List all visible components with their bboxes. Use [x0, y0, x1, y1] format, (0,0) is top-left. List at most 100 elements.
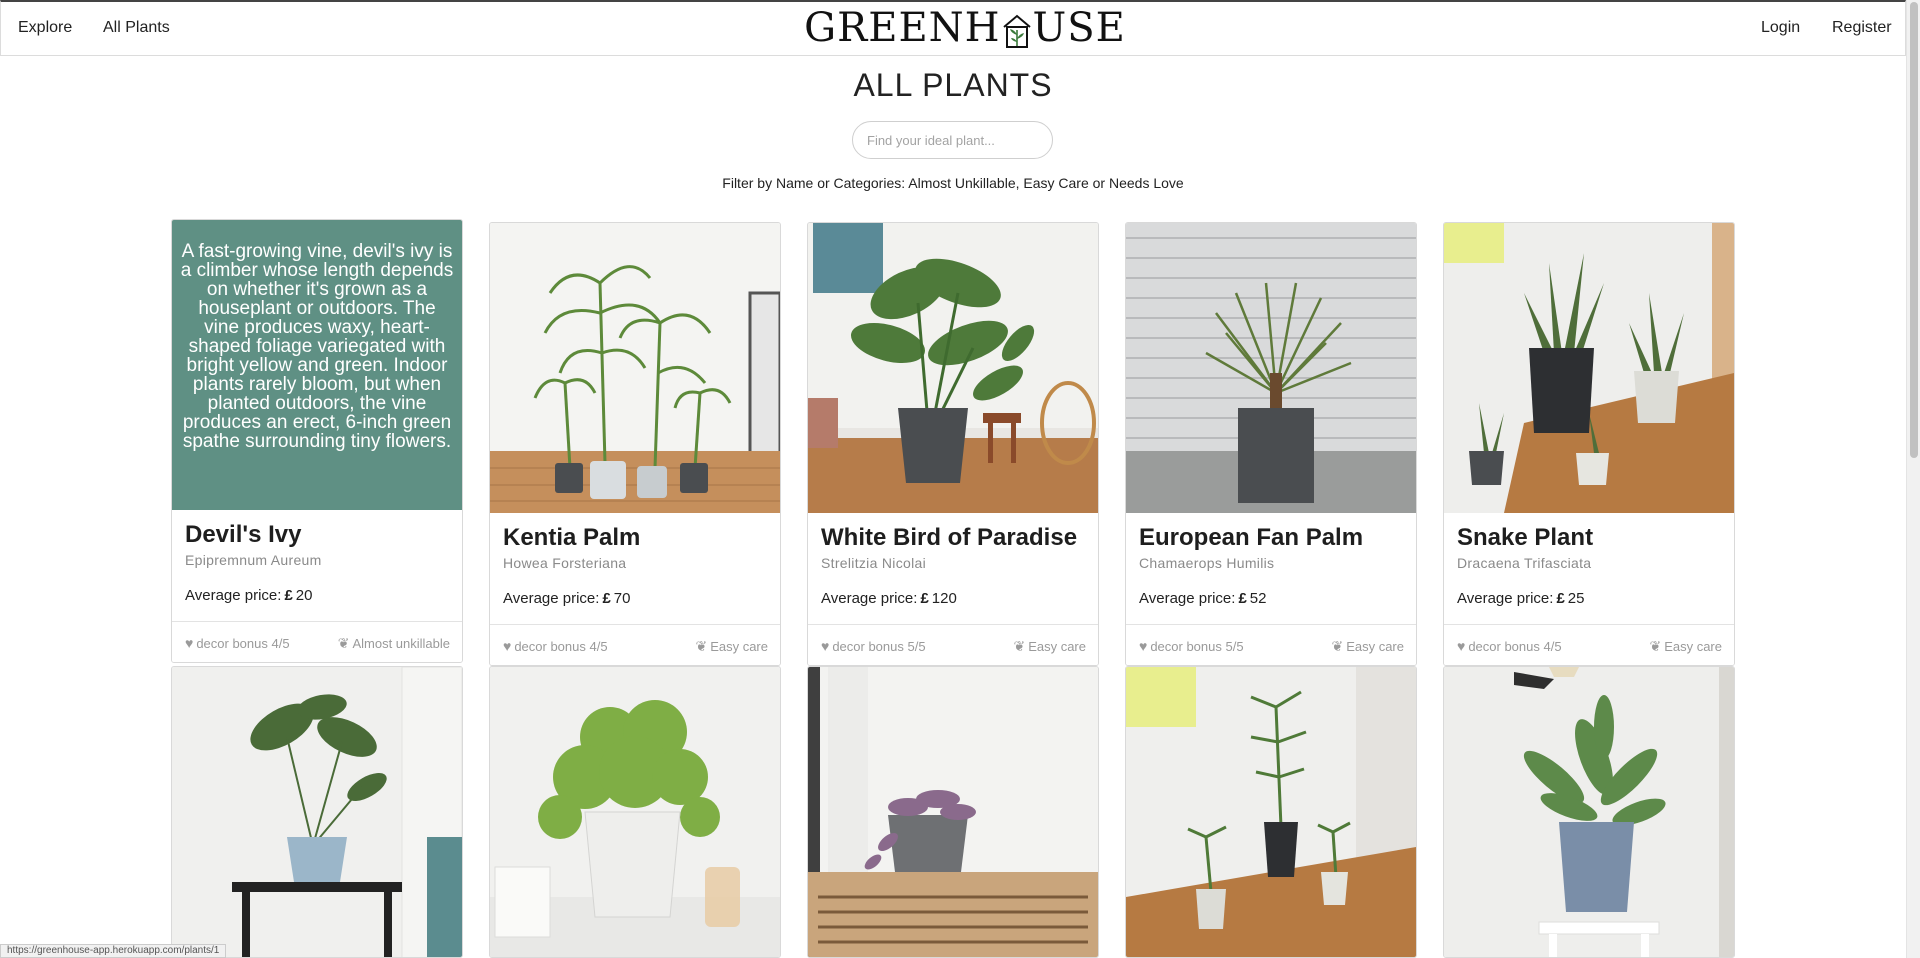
logo-text-right: USE [1032, 5, 1126, 51]
card-footer: ♥ decor bonus 5/5 ❦ Easy care [1126, 624, 1416, 665]
plant-card-devils-ivy[interactable]: A fast-growing vine, devil's ivy is a cl… [171, 219, 463, 663]
care-level-text: Easy care [710, 639, 768, 654]
heart-icon: ♥ [821, 638, 830, 654]
price-label: Average price: [1457, 590, 1554, 607]
price-value: 20 [295, 587, 313, 604]
leaf-icon: ❦ [337, 635, 350, 651]
plant-name: European Fan Palm [1139, 524, 1364, 551]
plant-name: White Bird of Paradise [821, 524, 1078, 551]
plant-image: A fast-growing vine, devil's ivy is a cl… [172, 220, 462, 510]
browser-status-url: https://greenhouse-app.herokuapp.com/pla… [0, 944, 227, 958]
care-level-text: Almost unkillable [352, 636, 450, 651]
heart-icon: ♥ [185, 635, 194, 651]
plant-name: Snake Plant [1457, 524, 1594, 551]
care-level-text: Easy care [1346, 639, 1404, 654]
decor-rating: ♥ decor bonus 5/5 [1139, 638, 1244, 654]
plant-search-input[interactable] [852, 121, 1053, 159]
plant-image [1444, 223, 1734, 513]
plant-scientific-name: Howea Forsteriana [503, 555, 627, 571]
card-footer: ♥ decor bonus 5/5 ❦ Easy care [808, 624, 1098, 665]
care-level: ❦ Easy care [1331, 638, 1404, 655]
plant-price: Average price: £25 [1457, 590, 1584, 607]
plant-image [1444, 667, 1734, 957]
plant-card[interactable] [171, 666, 463, 958]
price-label: Average price: [503, 590, 600, 607]
scrollbar-thumb[interactable] [1910, 2, 1918, 458]
site-logo[interactable]: GREENH USE [804, 5, 1125, 51]
plant-image [172, 667, 462, 957]
plant-image [808, 667, 1098, 957]
care-level: ❦ Almost unkillable [338, 635, 450, 652]
nav-all-plants-link[interactable]: All Plants [103, 19, 170, 37]
navbar: Explore All Plants GREENH USE Login Regi… [0, 0, 1906, 56]
care-level-text: Easy care [1028, 639, 1086, 654]
care-level: ❦ Easy care [695, 638, 768, 655]
plant-card[interactable] [807, 666, 1099, 958]
price-label: Average price: [185, 587, 282, 604]
decor-bonus-text: decor bonus 5/5 [1150, 639, 1244, 654]
plant-card-kentia-palm[interactable]: Kentia Palm Howea Forsteriana Average pr… [489, 222, 781, 666]
card-footer: ♥ decor bonus 4/5 ❦ Easy care [490, 624, 780, 665]
heart-icon: ♥ [1139, 638, 1148, 654]
decor-rating: ♥ decor bonus 4/5 [185, 635, 290, 651]
plant-image [808, 223, 1098, 513]
plant-image [1126, 223, 1416, 513]
decor-bonus-text: decor bonus 5/5 [832, 639, 926, 654]
plant-card[interactable] [1125, 666, 1417, 958]
decor-bonus-text: decor bonus 4/5 [196, 636, 290, 651]
nav-register-link[interactable]: Register [1832, 19, 1892, 37]
leaf-icon: ❦ [695, 638, 708, 654]
decor-bonus-text: decor bonus 4/5 [1468, 639, 1562, 654]
plant-card[interactable] [489, 666, 781, 958]
plant-price: Average price: £20 [185, 587, 312, 604]
leaf-icon: ❦ [1649, 638, 1662, 654]
decor-bonus-text: decor bonus 4/5 [514, 639, 608, 654]
plant-image [1126, 667, 1416, 957]
plant-price: Average price: £70 [503, 590, 630, 607]
plant-image [490, 223, 780, 513]
currency-symbol: £ [1556, 590, 1565, 607]
plant-card-european-fan-palm[interactable]: European Fan Palm Chamaerops Humilis Ave… [1125, 222, 1417, 666]
plant-scientific-name: Epipremnum Aureum [185, 552, 322, 568]
price-value: 70 [613, 590, 631, 607]
currency-symbol: £ [920, 590, 929, 607]
page-title: ALL PLANTS [853, 67, 1053, 103]
price-value: 52 [1249, 590, 1267, 607]
heart-icon: ♥ [1457, 638, 1466, 654]
plant-card-white-bird-of-paradise[interactable]: White Bird of Paradise Strelitzia Nicola… [807, 222, 1099, 666]
plant-description: A fast-growing vine, devil's ivy is a cl… [172, 220, 462, 510]
plant-price: Average price: £120 [821, 590, 957, 607]
nav-explore-link[interactable]: Explore [18, 19, 72, 37]
card-footer: ♥ decor bonus 4/5 ❦ Easy care [1444, 624, 1734, 665]
decor-rating: ♥ decor bonus 4/5 [503, 638, 608, 654]
plant-card[interactable] [1443, 666, 1735, 958]
plant-scientific-name: Dracaena Trifasciata [1457, 555, 1592, 571]
price-value: 120 [931, 590, 957, 607]
decor-rating: ♥ decor bonus 4/5 [1457, 638, 1562, 654]
decor-rating: ♥ decor bonus 5/5 [821, 638, 926, 654]
leaf-icon: ❦ [1331, 638, 1344, 654]
plant-card-snake-plant[interactable]: Snake Plant Dracaena Trifasciata Average… [1443, 222, 1735, 666]
plant-image [490, 667, 780, 957]
care-level: ❦ Easy care [1649, 638, 1722, 655]
plant-scientific-name: Chamaerops Humilis [1139, 555, 1275, 571]
page-scrollbar[interactable] [1906, 0, 1920, 958]
plant-price: Average price: £52 [1139, 590, 1266, 607]
currency-symbol: £ [284, 587, 293, 604]
care-level-text: Easy care [1664, 639, 1722, 654]
plant-name: Kentia Palm [503, 524, 641, 551]
nav-login-link[interactable]: Login [1761, 19, 1800, 37]
heart-icon: ♥ [503, 638, 512, 654]
care-level: ❦ Easy care [1013, 638, 1086, 655]
currency-symbol: £ [602, 590, 611, 607]
price-label: Average price: [1139, 590, 1236, 607]
logo-text-left: GREENH [804, 5, 1001, 51]
leaf-icon: ❦ [1013, 638, 1026, 654]
currency-symbol: £ [1238, 590, 1247, 607]
price-value: 25 [1567, 590, 1585, 607]
card-footer: ♥ decor bonus 4/5 ❦ Almost unkillable [172, 621, 462, 662]
filter-instructions: Filter by Name or Categories: Almost Unk… [722, 175, 1184, 191]
plant-scientific-name: Strelitzia Nicolai [821, 555, 926, 571]
price-label: Average price: [821, 590, 918, 607]
house-plant-icon [1002, 13, 1032, 48]
